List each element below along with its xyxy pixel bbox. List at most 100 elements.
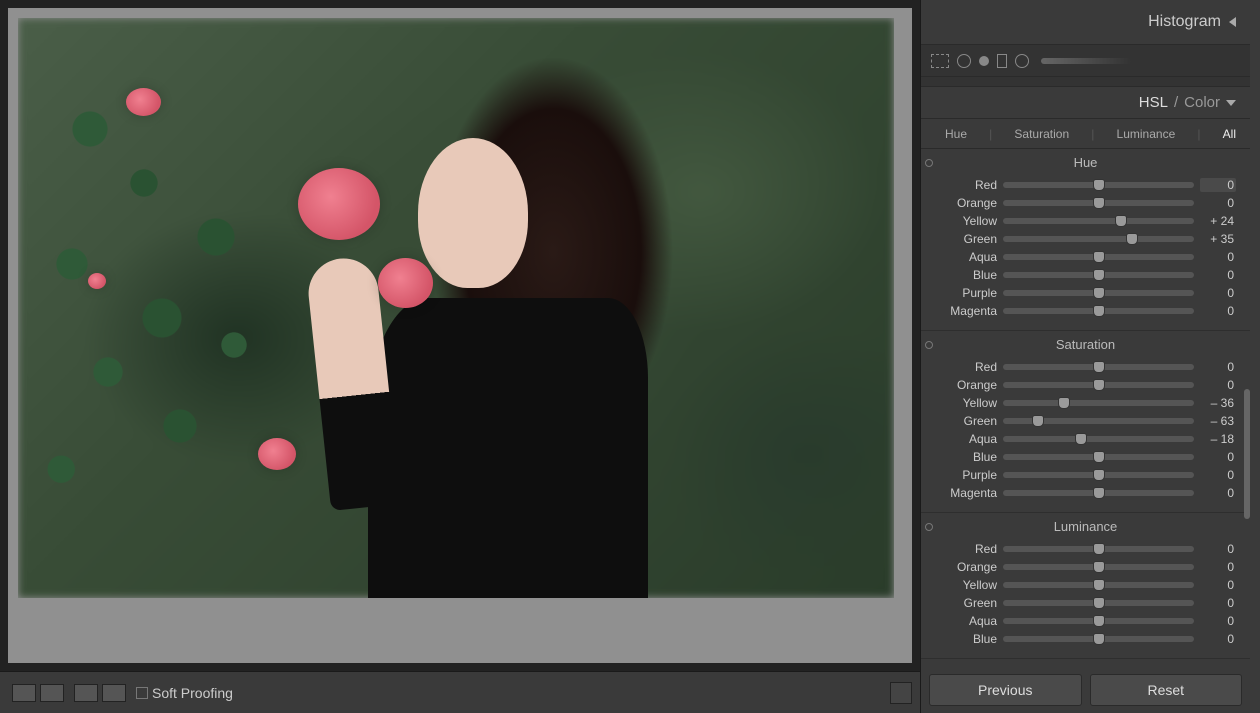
- slider-track[interactable]: [1003, 436, 1194, 442]
- hsl-panel-header[interactable]: HSL / Color: [921, 87, 1250, 119]
- view-ba-split-icon[interactable]: [102, 684, 126, 702]
- tool-strip: [921, 45, 1250, 77]
- slider-thumb[interactable]: [1075, 433, 1087, 445]
- slider-thumb[interactable]: [1093, 561, 1105, 573]
- slider-value[interactable]: 0: [1200, 196, 1236, 210]
- slider-luminance-aqua: Aqua0: [935, 612, 1236, 630]
- slider-track[interactable]: [1003, 454, 1194, 460]
- histogram-panel-header[interactable]: Histogram: [921, 0, 1250, 45]
- soft-proofing-checkbox[interactable]: [136, 687, 148, 699]
- spot-tool-icon[interactable]: [957, 54, 971, 68]
- slider-value[interactable]: 0: [1200, 468, 1236, 482]
- slider-thumb[interactable]: [1093, 579, 1105, 591]
- slider-track[interactable]: [1003, 254, 1194, 260]
- slider-track[interactable]: [1003, 472, 1194, 478]
- slider-value[interactable]: – 36: [1200, 396, 1236, 410]
- slider-track[interactable]: [1003, 618, 1194, 624]
- slider-track[interactable]: [1003, 382, 1194, 388]
- slider-track[interactable]: [1003, 218, 1194, 224]
- slider-track[interactable]: [1003, 546, 1194, 552]
- slider-thumb[interactable]: [1093, 361, 1105, 373]
- slider-thumb[interactable]: [1093, 633, 1105, 645]
- gradient-tool-icon[interactable]: [997, 54, 1007, 68]
- slider-thumb[interactable]: [1093, 469, 1105, 481]
- reset-button[interactable]: Reset: [1090, 674, 1243, 706]
- slider-value[interactable]: 0: [1200, 286, 1236, 300]
- slider-thumb[interactable]: [1093, 269, 1105, 281]
- slider-saturation-yellow: Yellow– 36: [935, 394, 1236, 412]
- slider-thumb[interactable]: [1115, 215, 1127, 227]
- slider-value[interactable]: 0: [1200, 450, 1236, 464]
- section-toggle-icon[interactable]: [925, 341, 933, 349]
- slider-value[interactable]: 0: [1200, 250, 1236, 264]
- slider-thumb[interactable]: [1093, 379, 1105, 391]
- slider-value[interactable]: – 63: [1200, 414, 1236, 428]
- canvas-area[interactable]: [8, 8, 912, 663]
- slider-track[interactable]: [1003, 418, 1194, 424]
- collapse-left-icon[interactable]: [1229, 17, 1236, 27]
- slider-thumb[interactable]: [1093, 451, 1105, 463]
- slider-value[interactable]: 0: [1200, 304, 1236, 318]
- slider-thumb[interactable]: [1093, 543, 1105, 555]
- slider-track[interactable]: [1003, 600, 1194, 606]
- slider-thumb[interactable]: [1093, 287, 1105, 299]
- slider-value[interactable]: + 35: [1200, 232, 1236, 246]
- slider-label: Red: [935, 542, 997, 556]
- slider-track[interactable]: [1003, 182, 1194, 188]
- previous-button[interactable]: Previous: [929, 674, 1082, 706]
- slider-track[interactable]: [1003, 290, 1194, 296]
- chevron-down-icon[interactable]: [1226, 100, 1236, 106]
- slider-track[interactable]: [1003, 200, 1194, 206]
- crop-tool-icon[interactable]: [931, 54, 949, 68]
- slider-thumb[interactable]: [1093, 615, 1105, 627]
- section-toggle-icon[interactable]: [925, 523, 933, 531]
- slider-value[interactable]: 0: [1200, 614, 1236, 628]
- tab-all[interactable]: All: [1223, 127, 1236, 141]
- tab-saturation[interactable]: Saturation: [1014, 127, 1069, 141]
- slider-value[interactable]: 0: [1200, 268, 1236, 282]
- slider-track[interactable]: [1003, 490, 1194, 496]
- slider-thumb[interactable]: [1032, 415, 1044, 427]
- tab-hue[interactable]: Hue: [945, 127, 967, 141]
- section-toggle-icon[interactable]: [925, 159, 933, 167]
- slider-thumb[interactable]: [1058, 397, 1070, 409]
- view-before-after-icon[interactable]: [74, 684, 98, 702]
- radial-tool-icon[interactable]: [1015, 54, 1029, 68]
- view-compare-icon[interactable]: [40, 684, 64, 702]
- scrollbar-thumb[interactable]: [1244, 389, 1250, 519]
- view-loupe-icon[interactable]: [12, 684, 36, 702]
- slider-hue-yellow: Yellow+ 24: [935, 212, 1236, 230]
- toolbar-dropdown[interactable]: [890, 682, 912, 704]
- slider-track[interactable]: [1003, 582, 1194, 588]
- slider-value[interactable]: 0: [1200, 578, 1236, 592]
- slider-value[interactable]: – 18: [1200, 432, 1236, 446]
- slider-thumb[interactable]: [1093, 251, 1105, 263]
- brush-size-slider[interactable]: [1041, 58, 1131, 64]
- slider-value[interactable]: 0: [1200, 542, 1236, 556]
- slider-track[interactable]: [1003, 236, 1194, 242]
- slider-value[interactable]: + 24: [1200, 214, 1236, 228]
- right-edge-handle[interactable]: [1250, 0, 1260, 713]
- slider-value[interactable]: 0: [1200, 360, 1236, 374]
- slider-value[interactable]: 0: [1200, 378, 1236, 392]
- slider-value[interactable]: 0: [1200, 596, 1236, 610]
- slider-thumb[interactable]: [1126, 233, 1138, 245]
- slider-track[interactable]: [1003, 364, 1194, 370]
- slider-track[interactable]: [1003, 272, 1194, 278]
- slider-thumb[interactable]: [1093, 305, 1105, 317]
- slider-thumb[interactable]: [1093, 487, 1105, 499]
- redeye-tool-icon[interactable]: [979, 56, 989, 66]
- slider-thumb[interactable]: [1093, 597, 1105, 609]
- slider-track[interactable]: [1003, 564, 1194, 570]
- slider-value[interactable]: 0: [1200, 632, 1236, 646]
- slider-track[interactable]: [1003, 636, 1194, 642]
- slider-value[interactable]: 0: [1200, 560, 1236, 574]
- slider-value[interactable]: 0: [1200, 178, 1236, 192]
- slider-track[interactable]: [1003, 400, 1194, 406]
- slider-thumb[interactable]: [1093, 197, 1105, 209]
- slider-label: Blue: [935, 632, 997, 646]
- slider-track[interactable]: [1003, 308, 1194, 314]
- tab-luminance[interactable]: Luminance: [1117, 127, 1176, 141]
- slider-thumb[interactable]: [1093, 179, 1105, 191]
- slider-value[interactable]: 0: [1200, 486, 1236, 500]
